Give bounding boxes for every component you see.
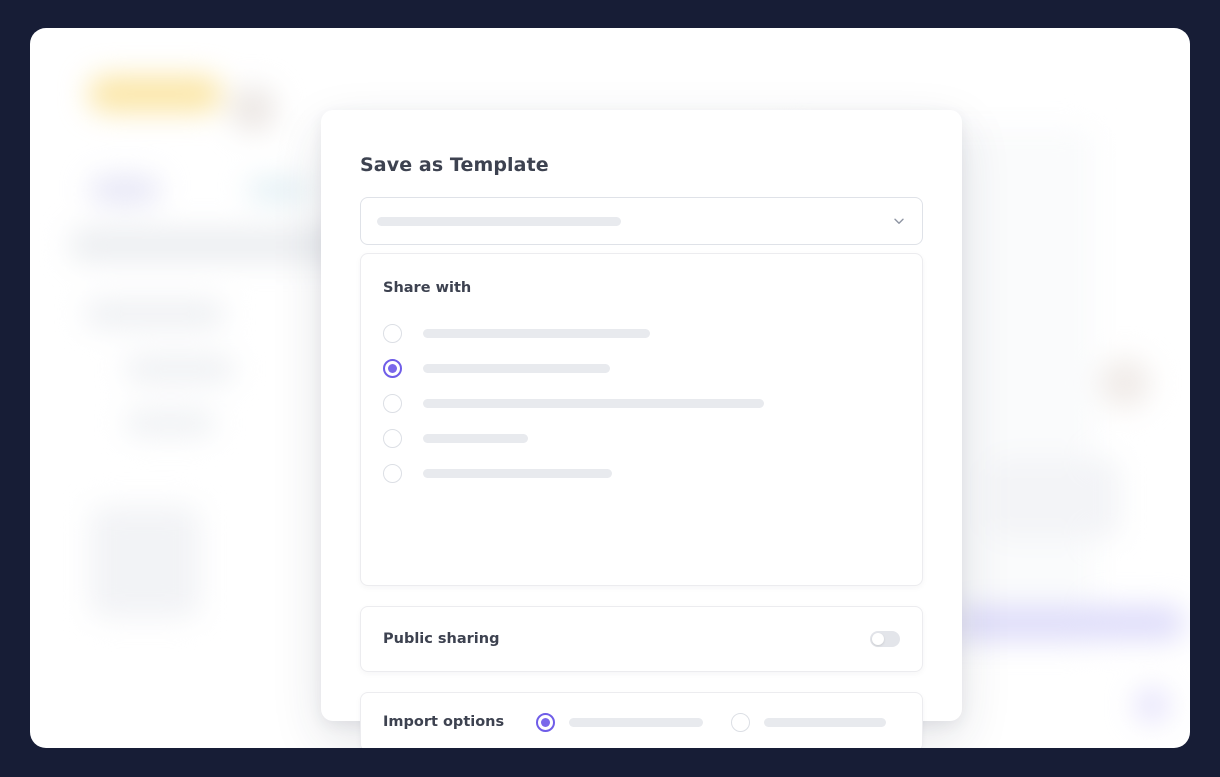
share-option-3-label <box>423 399 764 408</box>
import-options-label: Import options <box>383 714 505 730</box>
share-option-1-radio[interactable] <box>383 324 402 343</box>
list-item[interactable] <box>383 316 900 351</box>
share-option-4-radio[interactable] <box>383 429 402 448</box>
bg-fab-circle <box>1135 688 1169 722</box>
bg-content-card <box>90 506 200 618</box>
share-option-1-label <box>423 329 650 338</box>
share-with-label: Share with <box>383 280 472 296</box>
import-option-2-radio[interactable] <box>731 712 751 732</box>
save-as-template-modal: Save as Template Share with Public shari… <box>321 110 962 748</box>
share-option-3-radio[interactable] <box>383 394 402 413</box>
bg-nav-item-3 <box>125 410 215 436</box>
import-options-card: Import options <box>360 692 923 748</box>
import-option-1-radio[interactable] <box>536 712 556 732</box>
import-options-group <box>536 712 887 732</box>
list-item[interactable] <box>383 386 900 421</box>
bg-right-avatar <box>1100 358 1150 408</box>
share-option-2-label <box>423 364 610 373</box>
share-option-5-label <box>423 469 612 478</box>
share-with-options <box>383 316 900 491</box>
public-sharing-toggle[interactable] <box>870 631 900 647</box>
list-item[interactable] <box>383 421 900 456</box>
bg-nav-item-1 <box>85 300 225 328</box>
template-select-placeholder <box>377 216 621 226</box>
share-option-5-radio[interactable] <box>383 464 402 483</box>
import-option-2-label <box>764 717 887 727</box>
template-select[interactable] <box>360 197 923 245</box>
share-option-2-radio[interactable] <box>383 359 402 378</box>
list-item[interactable] <box>383 456 900 491</box>
bg-toolbar-chip-2 <box>248 178 308 202</box>
list-item[interactable] <box>731 712 887 732</box>
bg-primary-button <box>955 606 1185 640</box>
list-item[interactable] <box>536 712 704 732</box>
share-with-card: Share with <box>360 253 923 586</box>
share-option-4-label <box>423 434 528 443</box>
bg-toolbar-chip <box>90 176 160 204</box>
app-window: Save as Template Share with Public shari… <box>30 28 1190 748</box>
bg-highlight-pill <box>88 76 222 112</box>
toggle-knob <box>872 633 884 645</box>
page-title: Save as Template <box>360 154 549 176</box>
public-sharing-card: Public sharing <box>360 606 923 672</box>
list-item[interactable] <box>383 351 900 386</box>
public-sharing-label: Public sharing <box>383 631 500 647</box>
bg-right-block <box>990 458 1120 538</box>
chevron-down-icon <box>892 214 906 228</box>
desktop-backdrop: Save as Template Share with Public shari… <box>0 0 1220 777</box>
bg-avatar-circle <box>230 86 276 132</box>
bg-nav-item-2 <box>125 356 235 382</box>
import-option-1-label <box>569 717 704 727</box>
